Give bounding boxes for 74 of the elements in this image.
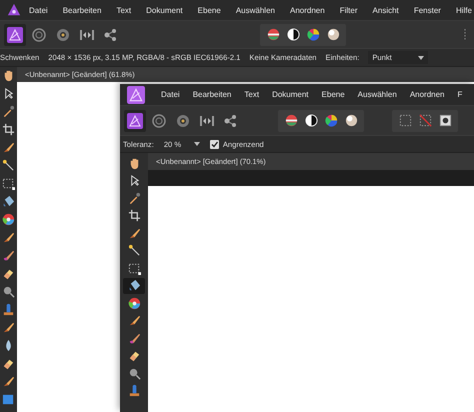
marquee-icon bbox=[2, 176, 15, 190]
bucket-icon bbox=[2, 194, 15, 208]
crop-icon bbox=[128, 209, 140, 222]
swirl-icon bbox=[31, 26, 47, 42]
brush-icon bbox=[128, 226, 140, 240]
menu-item[interactable]: Auswählen bbox=[358, 90, 397, 99]
caret-icon bbox=[418, 56, 424, 60]
marquee-icon bbox=[128, 262, 140, 274]
levels-icon bbox=[266, 28, 280, 41]
menu-item[interactable]: Ebene bbox=[322, 90, 345, 99]
marquee-icon bbox=[398, 114, 412, 127]
sphere-icon bbox=[344, 114, 358, 127]
color-ball-icon bbox=[324, 114, 338, 127]
brush-icon bbox=[2, 374, 15, 388]
logo-icon bbox=[127, 86, 145, 104]
invert-icon bbox=[438, 114, 452, 127]
menu-item[interactable]: Dokument bbox=[146, 6, 183, 14]
eyedropper-icon bbox=[2, 104, 15, 118]
menu-item[interactable]: Ebene bbox=[198, 6, 221, 14]
brush-icon bbox=[2, 140, 15, 154]
levels-icon bbox=[284, 114, 298, 127]
share-icon bbox=[103, 26, 119, 42]
color-wheel-icon bbox=[2, 212, 15, 226]
aperture-icon bbox=[175, 112, 191, 128]
menu-item[interactable]: Ansicht bbox=[372, 6, 399, 14]
aperture-icon bbox=[55, 26, 71, 42]
swirl-icon bbox=[151, 112, 167, 128]
bucket-icon bbox=[128, 279, 140, 292]
menu-item[interactable]: Dokument bbox=[272, 90, 309, 99]
menu-item[interactable]: Anordnen bbox=[410, 90, 445, 99]
magnifier-icon bbox=[2, 284, 15, 298]
menu-item[interactable]: Text bbox=[116, 6, 132, 14]
brush-icon bbox=[128, 332, 140, 344]
menu-item[interactable]: Filter bbox=[340, 6, 358, 14]
wand-icon bbox=[2, 158, 15, 172]
tool-button[interactable] bbox=[0, 211, 17, 227]
eyedropper-icon bbox=[128, 192, 140, 204]
menu-item[interactable]: Auswählen bbox=[236, 6, 275, 14]
color-ball-icon bbox=[306, 28, 320, 41]
logo-icon bbox=[127, 112, 143, 128]
menu-item[interactable]: Datei bbox=[161, 90, 180, 99]
crop-icon bbox=[2, 122, 15, 136]
magnifier-icon bbox=[128, 366, 140, 380]
menu-item[interactable]: F bbox=[458, 90, 462, 99]
brush-icon bbox=[2, 248, 15, 262]
menu-item[interactable]: Anordnen bbox=[290, 6, 325, 14]
persona-button[interactable] bbox=[4, 24, 26, 46]
menu-item[interactable]: Datei bbox=[29, 6, 48, 14]
brush-icon bbox=[2, 230, 15, 244]
menu-item[interactable]: Text bbox=[244, 90, 260, 99]
caret-icon bbox=[194, 142, 200, 146]
stamp-icon bbox=[2, 302, 15, 316]
sphere-icon bbox=[326, 28, 340, 41]
share-icon bbox=[223, 112, 239, 128]
wand-icon bbox=[128, 244, 140, 257]
eraser-icon bbox=[128, 349, 140, 362]
stamp-icon bbox=[128, 384, 140, 397]
logo-icon bbox=[7, 3, 21, 17]
persona-button[interactable] bbox=[124, 110, 146, 132]
square-icon bbox=[2, 392, 15, 406]
color-wheel-icon bbox=[128, 296, 140, 310]
hand-icon bbox=[2, 68, 15, 82]
tool-button[interactable] bbox=[0, 121, 17, 137]
contrast-icon bbox=[286, 28, 300, 41]
menu-item[interactable]: Bearbeiten bbox=[62, 6, 102, 14]
brush-icon bbox=[2, 320, 15, 334]
deselect-icon bbox=[418, 114, 432, 127]
brush-icon bbox=[128, 314, 140, 327]
menu-item[interactable]: Bearbeiten bbox=[192, 90, 232, 99]
menu-item[interactable]: Hilfe bbox=[456, 6, 472, 14]
contrast-icon bbox=[304, 114, 318, 127]
logo-icon bbox=[7, 26, 23, 42]
tool-button[interactable] bbox=[123, 278, 145, 294]
menu-item[interactable]: Fenster bbox=[414, 6, 441, 14]
